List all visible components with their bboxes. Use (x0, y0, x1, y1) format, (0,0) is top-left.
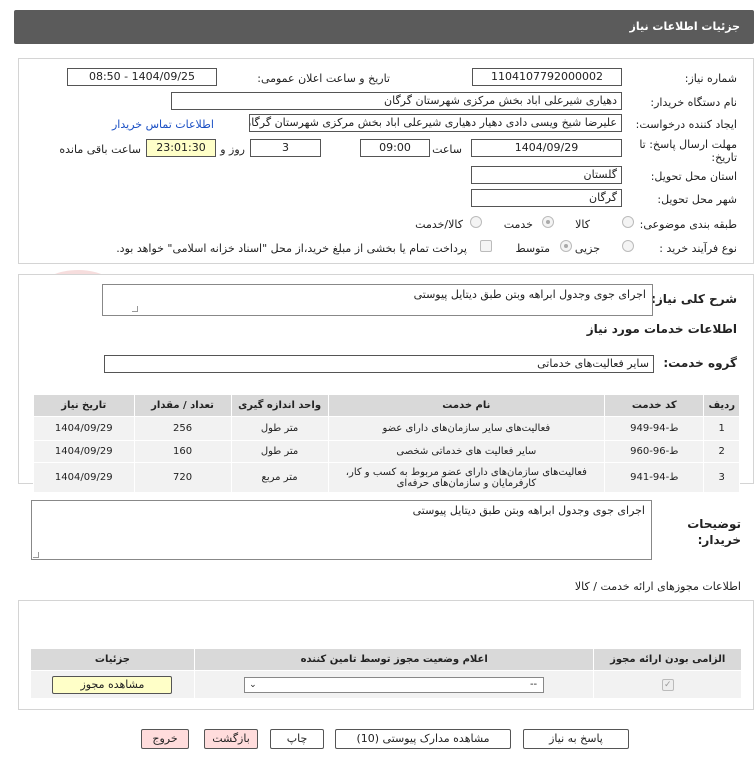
category-both-label: کالا/خدمت (415, 218, 463, 231)
days-field: 3 (250, 139, 321, 157)
summary-resize-handle[interactable] (132, 306, 138, 312)
permit-status-value: -- (529, 678, 538, 690)
row-index: 3 (703, 462, 740, 493)
remaining-time-field: 23:01:30 (146, 139, 216, 157)
deadline-time-label: ساعت (432, 143, 462, 156)
buyer-org-label: نام دستگاه خریدار: (650, 96, 737, 109)
col-code: کد خدمت (604, 394, 705, 417)
category-goods-radio[interactable] (622, 216, 634, 228)
back-button[interactable]: بازگشت (204, 729, 258, 749)
row-date: 1404/09/29 (33, 416, 135, 441)
permit-col-details: جزئیات (30, 648, 195, 671)
buyer-org-field: دهیاری شیرعلی اباد بخش مرکزی شهرستان گرگ… (171, 92, 622, 110)
process-minor-label: جزیی (574, 242, 600, 255)
row-code: ط-94-941 (604, 462, 705, 493)
row-name: سایر فعالیت های خدماتی شخصی (327, 440, 606, 463)
permit-col-required: الزامی بودن ارائه مجوز (593, 648, 742, 671)
province-field: گلستان (471, 166, 622, 184)
col-qty: تعداد / مقدار (133, 394, 232, 417)
row-name: فعالیت‌های سازمان‌های دارای عضو مربوط به… (327, 462, 606, 493)
service-group-label: گروه خدمت: (663, 356, 737, 370)
process-label: نوع فرآیند خرید : (659, 242, 737, 255)
col-date: تاریخ نیاز (33, 394, 135, 417)
category-both-radio[interactable] (470, 216, 482, 228)
deadline-time-field: 09:00 (360, 139, 430, 157)
col-row: ردیف (703, 394, 740, 417)
buyer-notes-text: اجرای جوی وجدول ابراهه وبتن طبق دیتایل پ… (31, 500, 652, 560)
row-qty: 160 (133, 440, 232, 463)
page-title: جزئیات اطلاعات نیاز (629, 20, 741, 33)
row-qty: 720 (133, 462, 232, 493)
process-minor-radio[interactable] (622, 240, 634, 252)
process-medium-label: متوسط (515, 242, 550, 255)
days-label: روز و (220, 143, 245, 156)
category-goods-label: کالا (575, 218, 590, 231)
row-date: 1404/09/29 (33, 440, 135, 463)
category-service-label: خدمت (503, 218, 533, 231)
services-table: ردیف کد خدمت نام خدمت واحد اندازه گیری ت… (33, 394, 740, 493)
city-field: گرگان (471, 189, 622, 207)
buyer-notes-label: توضیحات خریدار: (687, 517, 741, 547)
permit-required-cell: ✓ (593, 670, 742, 699)
treasury-note: پرداخت تمام یا بخشی از مبلغ خرید،از محل … (116, 242, 467, 255)
creator-label: ایجاد کننده درخواست: (635, 118, 737, 131)
exit-button[interactable]: خروج (141, 729, 189, 749)
summary-label: شرح کلی نیاز: (651, 292, 737, 306)
contact-buyer-link[interactable]: اطلاعات تماس خریدار (112, 118, 214, 131)
row-name: فعالیت‌های سایر سازمان‌های دارای عضو (327, 416, 606, 441)
permits-table: الزامی بودن ارائه مجوز اعلام وضعیت مجوز … (30, 648, 742, 699)
row-unit: متر طول (230, 416, 329, 441)
permit-details-cell: مشاهده مجوز (30, 670, 195, 699)
permit-col-status: اعلام وضعیت مجوز توسط تامین کننده (193, 648, 595, 671)
row-unit: متر مربع (230, 462, 329, 493)
col-name: نام خدمت (327, 394, 606, 417)
creator-field: علیرضا شیخ ویسی دادی دهیار دهیاری شیرعلی… (249, 114, 622, 132)
row-date: 1404/09/29 (33, 462, 135, 493)
summary-text: اجرای جوی وجدول ابراهه وبتن طبق دیتایل پ… (102, 284, 653, 316)
services-section-title: اطلاعات خدمات مورد نیاز (586, 322, 737, 336)
announce-label: تاریخ و ساعت اعلان عمومی: (257, 72, 390, 85)
print-button[interactable]: چاپ (270, 729, 324, 749)
table-row: 1 ط-94-949 فعالیت‌های سایر سازمان‌های دا… (33, 416, 740, 441)
row-index: 2 (703, 440, 740, 463)
permits-table-header: الزامی بودن ارائه مجوز اعلام وضعیت مجوز … (30, 648, 742, 671)
col-unit: واحد اندازه گیری (230, 394, 329, 417)
province-label: استان محل تحویل: (650, 170, 737, 183)
row-code: ط-94-949 (604, 416, 705, 441)
chevron-down-icon: ⌄ (249, 679, 257, 690)
row-qty: 256 (133, 416, 232, 441)
table-row: ✓ -- ⌄ مشاهده مجوز (30, 670, 742, 699)
permit-required-checkbox: ✓ (661, 678, 674, 691)
table-row: 2 ط-96-960 سایر فعالیت های خدماتی شخصی م… (33, 440, 740, 463)
row-index: 1 (703, 416, 740, 441)
buyer-notes-resize-handle[interactable] (33, 552, 39, 558)
category-label: طبقه بندی موضوعی: (639, 218, 737, 231)
table-row: 3 ط-94-941 فعالیت‌های سازمان‌های دارای ع… (33, 462, 740, 493)
page: جزئیات اطلاعات نیاز شماره نیاز: 11041077… (0, 0, 755, 765)
reply-button[interactable]: پاسخ به نیاز (523, 729, 629, 749)
deadline-date-field: 1404/09/29 (471, 139, 622, 157)
permits-section-title: اطلاعات مجوزهای ارائه خدمت / کالا (574, 580, 741, 593)
announce-field: 1404/09/25 - 08:50 (67, 68, 217, 86)
remaining-label: ساعت باقی مانده (59, 143, 141, 156)
need-number-field: 1104107792000002 (472, 68, 622, 86)
services-table-header: ردیف کد خدمت نام خدمت واحد اندازه گیری ت… (33, 394, 740, 417)
page-header: جزئیات اطلاعات نیاز (14, 10, 754, 44)
need-number-label: شماره نیاز: (684, 72, 737, 85)
view-permit-button[interactable]: مشاهده مجوز (52, 675, 173, 694)
category-service-radio[interactable] (542, 216, 554, 228)
city-label: شهر محل تحویل: (657, 193, 737, 206)
row-code: ط-96-960 (604, 440, 705, 463)
service-group-field: سایر فعالیت‌های خدماتی (104, 355, 654, 373)
process-medium-radio[interactable] (560, 240, 572, 252)
treasury-checkbox[interactable] (480, 240, 492, 252)
deadline-label: مهلت ارسال پاسخ: تا تاریخ: (639, 138, 737, 164)
attachments-button[interactable]: مشاهده مدارک پیوستی (10) (335, 729, 511, 749)
permit-status-select[interactable]: -- ⌄ (244, 676, 545, 693)
row-unit: متر طول (230, 440, 329, 463)
permit-status-cell: -- ⌄ (193, 670, 595, 699)
